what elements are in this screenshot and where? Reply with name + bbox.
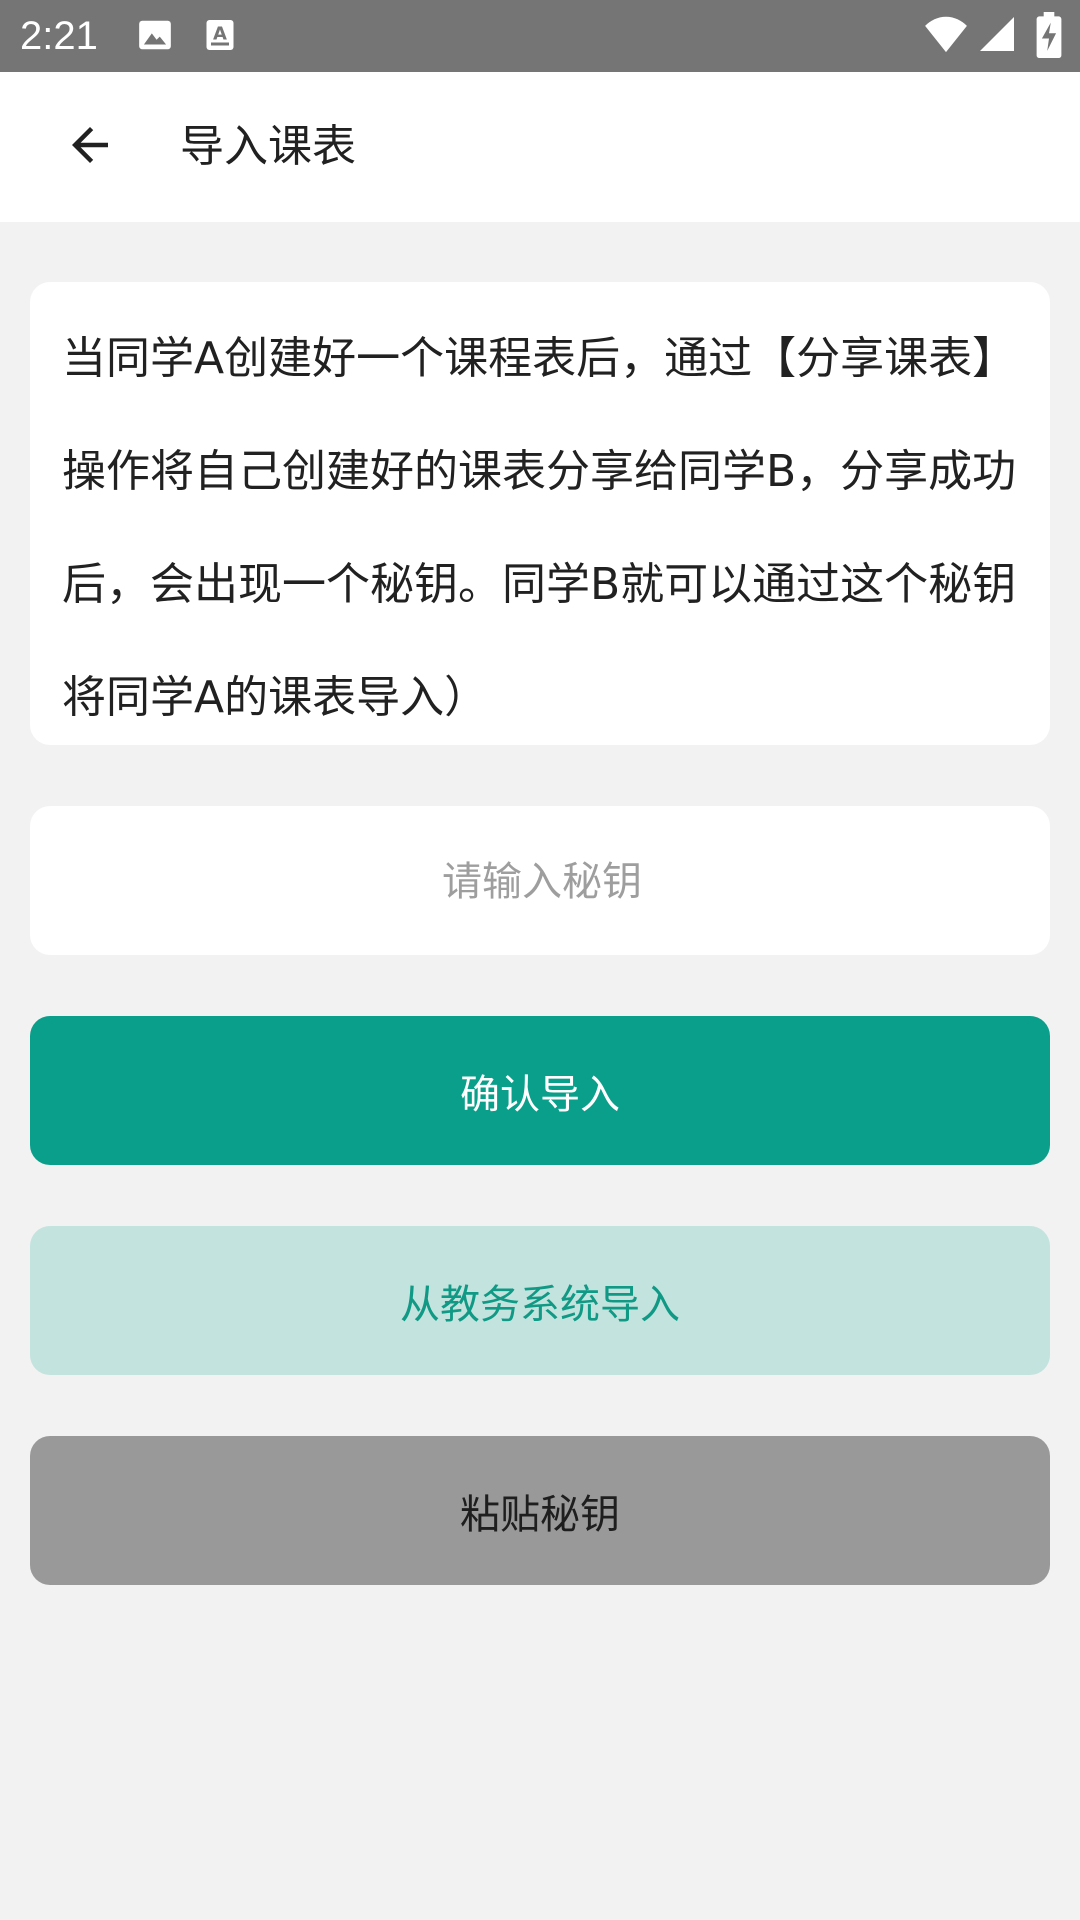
intro-card: 当同学A创建好一个课程表后，通过【分享课表】操作将自己创建好的课表分享给同学B，… — [30, 282, 1050, 745]
import-from-system-button[interactable]: 从教务系统导入 — [30, 1226, 1050, 1375]
font-download-icon: A — [202, 16, 238, 54]
key-input[interactable] — [30, 806, 1054, 957]
svg-text:A: A — [213, 24, 227, 45]
status-time: 2:21 — [20, 14, 98, 58]
signal-icon — [980, 14, 1014, 54]
import-schedule-screen: 2:21 A 导入课表 当同学A创建好一个课程表后，通过【分享课表】操作将自己创… — [0, 0, 1080, 1920]
wifi-icon — [924, 14, 968, 54]
app-bar: 导入课表 — [0, 72, 1080, 222]
key-input-card — [30, 806, 1054, 957]
confirm-import-button[interactable]: 确认导入 — [30, 1016, 1050, 1165]
paste-key-button[interactable]: 粘贴秘钥 — [30, 1436, 1050, 1585]
image-icon — [136, 16, 174, 54]
intro-text: 当同学A创建好一个课程表后，通过【分享课表】操作将自己创建好的课表分享给同学B，… — [62, 333, 1017, 723]
back-button[interactable] — [40, 97, 140, 197]
status-bar: 2:21 A — [0, 0, 1080, 72]
arrow-back-icon — [63, 118, 117, 176]
page-title: 导入课表 — [180, 121, 356, 172]
battery-charging-icon — [1036, 12, 1062, 58]
